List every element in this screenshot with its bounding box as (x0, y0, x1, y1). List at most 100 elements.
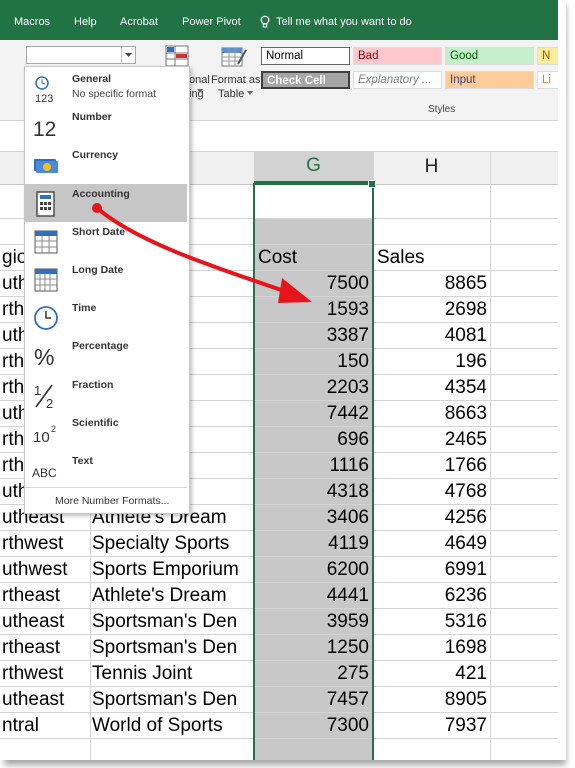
cell-store[interactable]: Sportsman's Den (92, 687, 237, 713)
clock-icon (32, 304, 60, 332)
cell-sales[interactable]: 4768 (373, 479, 487, 505)
cell-sales[interactable]: 2698 (373, 297, 487, 323)
cell-sales[interactable]: 8663 (373, 401, 487, 427)
cell-cost[interactable]: 7500 (254, 271, 369, 297)
cell-sales[interactable]: 5316 (373, 609, 487, 635)
cell-cost[interactable]: 1116 (254, 453, 369, 479)
cell-region[interactable]: rtheast (2, 583, 60, 609)
cell-region[interactable]: uthwest (2, 557, 67, 583)
cell-cost[interactable]: 696 (254, 427, 369, 453)
cell-sales[interactable]: 2465 (373, 427, 487, 453)
tab-acrobat[interactable]: Acrobat (120, 16, 158, 28)
cell-region[interactable]: rth (2, 297, 24, 323)
cell-cost[interactable]: 1250 (254, 635, 369, 661)
cell-cost[interactable]: 7457 (254, 687, 369, 713)
svg-text:123: 123 (35, 93, 53, 103)
column-header-g[interactable]: G (254, 151, 373, 183)
style-bad[interactable]: Bad (353, 47, 442, 65)
cell-store[interactable]: Specialty Sports (92, 531, 229, 557)
chevron-down-icon[interactable] (246, 90, 254, 96)
style-check-cell[interactable]: Check Cell (261, 71, 350, 89)
format-item-accounting[interactable]: Accounting (25, 183, 187, 222)
cell-sales[interactable]: 6991 (373, 557, 487, 583)
cell-sales[interactable]: 6236 (373, 583, 487, 609)
cell-sales[interactable]: 4354 (373, 375, 487, 401)
format-item-text[interactable]: ABC Text (25, 451, 187, 489)
format-item-fraction[interactable]: 1 2 Fraction (25, 375, 187, 413)
tab-power-pivot[interactable]: Power Pivot (182, 16, 241, 28)
cell-sales[interactable]: 8905 (373, 687, 487, 713)
format-item-description: No specific format (72, 88, 157, 100)
table-label[interactable]: Table (218, 88, 244, 100)
format-item-general[interactable]: 123 General No specific format (25, 69, 187, 107)
fill-handle[interactable] (368, 180, 376, 188)
cell-region[interactable]: rtheast (2, 635, 60, 661)
cell-store[interactable]: Sportsman's Den (92, 609, 237, 635)
format-item-short-date[interactable]: Short Date (25, 222, 187, 260)
cell-store[interactable]: Sportsman's Den (92, 635, 237, 661)
cell-cost[interactable]: 7442 (254, 401, 369, 427)
cell-region[interactable]: utheast (2, 609, 64, 635)
tell-me-search[interactable]: Tell me what you want to do (276, 16, 412, 28)
format-item-currency[interactable]: Currency (25, 145, 187, 183)
cell-region[interactable]: utheast (2, 687, 64, 713)
chevron-down-icon[interactable] (121, 47, 135, 63)
cell-cost[interactable]: 2203 (254, 375, 369, 401)
format-item-label: Long Date (72, 264, 124, 276)
format-item-percentage[interactable]: % Percentage (25, 336, 187, 374)
cell-store[interactable]: Sports Emporium (92, 557, 239, 583)
style-normal[interactable]: Normal (261, 47, 350, 65)
cell-sales[interactable]: 1766 (373, 453, 487, 479)
format-item-time[interactable]: Time (25, 298, 187, 336)
cell-cost[interactable]: 1593 (254, 297, 369, 323)
tab-help[interactable]: Help (74, 16, 97, 28)
style-explanatory[interactable]: Explanatory ... (353, 71, 442, 89)
style-input[interactable]: Input (445, 71, 534, 89)
header-cost[interactable]: Cost (258, 245, 297, 271)
more-number-formats-link[interactable]: More Number Formats... (55, 495, 169, 507)
cell-cost[interactable]: 3387 (254, 323, 369, 349)
cell-cost[interactable]: 3406 (254, 505, 369, 531)
cell-cost[interactable]: 4119 (254, 531, 369, 557)
number-format-combo[interactable] (26, 46, 136, 64)
cell-cost[interactable]: 6200 (254, 557, 369, 583)
tab-macros[interactable]: Macros (14, 16, 50, 28)
cell-region[interactable]: rthwest (2, 531, 63, 557)
cell-sales[interactable]: 4081 (373, 323, 487, 349)
lightbulb-icon (260, 15, 270, 28)
cell-sales[interactable]: 4256 (373, 505, 487, 531)
format-as-table-icon[interactable] (220, 44, 248, 72)
cell-store[interactable]: World of Sports (92, 713, 223, 739)
cell-store[interactable]: Athlete's Dream (92, 583, 227, 609)
cell-region[interactable]: rth (2, 349, 24, 375)
cell-sales[interactable]: 421 (373, 661, 487, 687)
cell-region[interactable]: ntral (2, 713, 39, 739)
cell-sales[interactable]: 7937 (373, 713, 487, 739)
format-as-label[interactable]: Format as (211, 74, 261, 86)
cell-region[interactable]: rth (2, 427, 24, 453)
cell-sales[interactable]: 196 (373, 349, 487, 375)
style-good[interactable]: Good (445, 47, 534, 65)
cell-cost[interactable]: 150 (254, 349, 369, 375)
chevron-down-icon[interactable] (196, 88, 204, 94)
format-item-long-date[interactable]: Long Date (25, 260, 187, 298)
cell-sales[interactable]: 4649 (373, 531, 487, 557)
column-header-h[interactable]: H (373, 151, 490, 183)
cell-sales[interactable]: 8865 (373, 271, 487, 297)
header-sales[interactable]: Sales (377, 245, 425, 271)
format-item-scientific[interactable]: 10 2 Scientific (25, 413, 187, 451)
cell-cost[interactable]: 3959 (254, 609, 369, 635)
format-item-label: Percentage (72, 340, 129, 353)
cell-region[interactable]: rth (2, 453, 24, 479)
cell-cost[interactable]: 4441 (254, 583, 369, 609)
format-item-number[interactable]: 12 Number (25, 107, 187, 145)
conditional-label-1[interactable]: onal (189, 74, 210, 86)
cell-region[interactable]: rth (2, 375, 24, 401)
format-item-label: Time (72, 302, 97, 315)
cell-region[interactable]: rthwest (2, 661, 63, 687)
cell-sales[interactable]: 1698 (373, 635, 487, 661)
cell-cost[interactable]: 7300 (254, 713, 369, 739)
cell-store[interactable]: Tennis Joint (92, 661, 192, 687)
cell-cost[interactable]: 4318 (254, 479, 369, 505)
cell-cost[interactable]: 275 (254, 661, 369, 687)
